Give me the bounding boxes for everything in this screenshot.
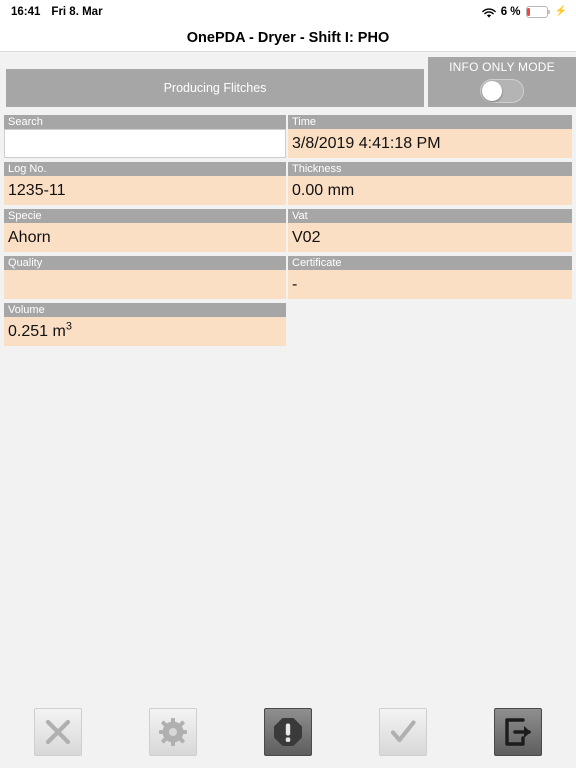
check-icon	[388, 717, 418, 747]
field-label-thickness: Thickness	[288, 162, 572, 176]
confirm-button[interactable]	[379, 708, 428, 756]
charging-bolt-icon: ⚡	[554, 6, 567, 17]
field-value-certificate: -	[288, 270, 572, 299]
status-bar-left: 16:41 Fri 8. Mar	[11, 6, 103, 18]
toolbar-slot-1	[0, 708, 115, 756]
field-vat: Vat V02	[288, 209, 572, 252]
page-title: OnePDA - Dryer - Shift I: PHO	[186, 29, 390, 46]
alert-button[interactable]	[264, 708, 312, 756]
toolbar-slot-4	[346, 708, 461, 756]
toolbar-slot-3	[230, 708, 345, 756]
field-log-no: Log No. 1235-11	[4, 162, 286, 205]
bottom-toolbar	[0, 696, 576, 768]
field-label-specie: Specie	[4, 209, 286, 223]
search-input[interactable]	[4, 129, 286, 158]
warning-icon	[272, 716, 304, 748]
toolbar-slot-5	[461, 708, 576, 756]
ios-status-bar: 16:41 Fri 8. Mar 6 % ⚡	[0, 0, 576, 24]
field-value-thickness: 0.00 mm	[288, 176, 572, 205]
top-bar: Producing Flitches INFO ONLY MODE	[0, 53, 576, 115]
field-column-left: Search Log No. 1235-11 Specie Ahorn Quality Vo…	[4, 115, 286, 350]
x-icon	[43, 717, 73, 747]
app-content: Producing Flitches INFO ONLY MODE Search…	[0, 53, 576, 768]
battery-percent-label: 6 %	[500, 6, 521, 18]
field-specie: Specie Ahorn	[4, 209, 286, 252]
info-only-mode-toggle[interactable]	[480, 79, 524, 103]
app-screen: 16:41 Fri 8. Mar 6 % ⚡ OnePDA - Dryer - …	[0, 0, 576, 768]
field-volume: Volume 0.251 m3	[4, 303, 286, 346]
wifi-icon	[481, 7, 496, 19]
field-search: Search	[4, 115, 286, 158]
exit-icon	[502, 716, 534, 748]
gear-icon	[158, 717, 188, 747]
status-bar-time: 16:41	[11, 6, 41, 18]
battery-icon	[525, 6, 550, 18]
info-only-mode-label: INFO ONLY MODE	[449, 60, 555, 74]
exit-button[interactable]	[494, 708, 543, 756]
window-title-bar: OnePDA - Dryer - Shift I: PHO	[0, 24, 576, 52]
field-thickness: Thickness 0.00 mm	[288, 162, 572, 205]
field-certificate: Certificate -	[288, 256, 572, 299]
field-value-quality	[4, 270, 286, 299]
field-column-right: Time 3/8/2019 4:41:18 PM Thickness 0.00 mm V…	[288, 115, 572, 303]
field-value-vat: V02	[288, 223, 572, 252]
status-bar-date: Fri 8. Mar	[51, 6, 103, 18]
field-label-certificate: Certificate	[288, 256, 572, 270]
toggle-knob	[482, 81, 502, 101]
field-label-volume: Volume	[4, 303, 286, 317]
field-label-search: Search	[4, 115, 286, 129]
status-bar-right: 6 % ⚡	[481, 6, 567, 19]
cancel-button[interactable]	[33, 708, 82, 756]
field-label-quality: Quality	[4, 256, 286, 270]
status-banner[interactable]: Producing Flitches	[6, 69, 424, 107]
field-label-time: Time	[288, 115, 572, 129]
field-quality: Quality	[4, 256, 286, 299]
field-value-time: 3/8/2019 4:41:18 PM	[288, 129, 572, 158]
field-value-volume: 0.251 m3	[4, 317, 286, 346]
settings-button[interactable]	[148, 708, 197, 756]
field-value-specie: Ahorn	[4, 223, 286, 252]
field-value-log-no: 1235-11	[4, 176, 286, 205]
toolbar-slot-2	[115, 708, 230, 756]
info-only-mode-panel: INFO ONLY MODE	[428, 57, 576, 107]
field-label-vat: Vat	[288, 209, 572, 223]
field-time: Time 3/8/2019 4:41:18 PM	[288, 115, 572, 158]
field-label-log-no: Log No.	[4, 162, 286, 176]
status-banner-label: Producing Flitches	[163, 81, 267, 95]
